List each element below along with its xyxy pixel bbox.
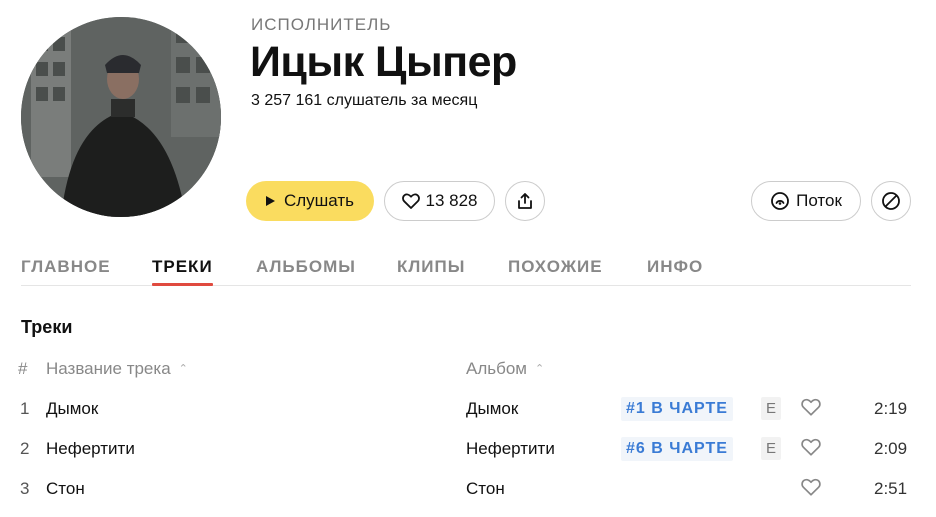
header-album-label: Альбом	[466, 359, 527, 378]
likes-count: 13 828	[425, 191, 478, 210]
heart-icon	[801, 478, 821, 496]
artist-tabs: ГЛАВНОЕ ТРЕКИ АЛЬБОМЫ КЛИПЫ ПОХОЖИЕ ИНФО	[21, 254, 911, 286]
block-artist-button[interactable]	[871, 181, 911, 221]
track-duration: 2:19	[874, 399, 908, 418]
tab-similar[interactable]: ПОХОЖИЕ	[508, 257, 603, 277]
section-title: Треки	[21, 317, 73, 337]
flow-button[interactable]: Поток	[751, 181, 861, 221]
track-like-button[interactable]	[801, 478, 821, 501]
track-row[interactable]: 3 Стон Стон 2:51	[0, 478, 936, 517]
chart-badge[interactable]: #1 В ЧАРТЕ	[621, 397, 733, 421]
tab-main[interactable]: ГЛАВНОЕ	[21, 257, 111, 277]
track-row[interactable]: 2 Нефертити Нефертити #6 В ЧАРТЕ E 2:09	[0, 437, 936, 479]
tab-albums[interactable]: АЛЬБОМЫ	[256, 257, 356, 277]
artist-avatar	[21, 17, 221, 217]
track-album[interactable]: Нефертити	[466, 439, 555, 459]
artist-type-label: ИСПОЛНИТЕЛЬ	[251, 15, 392, 34]
header-track-title[interactable]: Название трека ⌃	[46, 359, 188, 379]
track-title[interactable]: Дымок	[46, 399, 98, 419]
chart-badge[interactable]: #6 В ЧАРТЕ	[621, 437, 733, 461]
heart-icon	[801, 398, 821, 416]
track-duration: 2:51	[874, 479, 908, 498]
track-number: 2	[20, 439, 30, 458]
tab-info[interactable]: ИНФО	[647, 257, 703, 277]
flow-label: Поток	[796, 191, 842, 210]
like-button[interactable]: 13 828	[384, 181, 495, 221]
track-number: 3	[20, 479, 30, 498]
play-button[interactable]: Слушать	[246, 181, 374, 221]
heart-icon	[801, 438, 821, 456]
track-title[interactable]: Стон	[46, 479, 85, 499]
play-label: Слушать	[283, 191, 355, 210]
track-like-button[interactable]	[801, 398, 821, 421]
explicit-badge: E	[761, 437, 781, 460]
explicit-badge: E	[761, 397, 781, 420]
track-album[interactable]: Дымок	[466, 399, 518, 419]
monthly-listeners: 3 257 161 слушатель за месяц	[251, 92, 478, 109]
block-icon	[882, 192, 900, 210]
share-icon	[518, 193, 532, 209]
flow-icon	[771, 192, 789, 210]
header-track-title-label: Название трека	[46, 359, 171, 378]
track-duration: 2:09	[874, 439, 908, 458]
play-icon	[265, 196, 275, 206]
artist-name: Ицык Цыпер	[250, 38, 517, 86]
tab-tracks[interactable]: ТРЕКИ	[152, 257, 213, 286]
track-title[interactable]: Нефертити	[46, 439, 135, 459]
track-row[interactable]: 1 Дымок Дымок #1 В ЧАРТЕ E 2:19	[0, 397, 936, 439]
tab-clips[interactable]: КЛИПЫ	[397, 257, 465, 277]
share-button[interactable]	[505, 181, 545, 221]
heart-icon	[401, 193, 420, 209]
sort-arrow-icon: ⌃	[535, 363, 545, 375]
sort-arrow-icon: ⌃	[178, 363, 188, 375]
track-like-button[interactable]	[801, 438, 821, 461]
track-number: 1	[20, 399, 30, 418]
track-album[interactable]: Стон	[466, 479, 505, 499]
header-album[interactable]: Альбом ⌃	[466, 359, 544, 379]
header-num: #	[18, 359, 28, 378]
